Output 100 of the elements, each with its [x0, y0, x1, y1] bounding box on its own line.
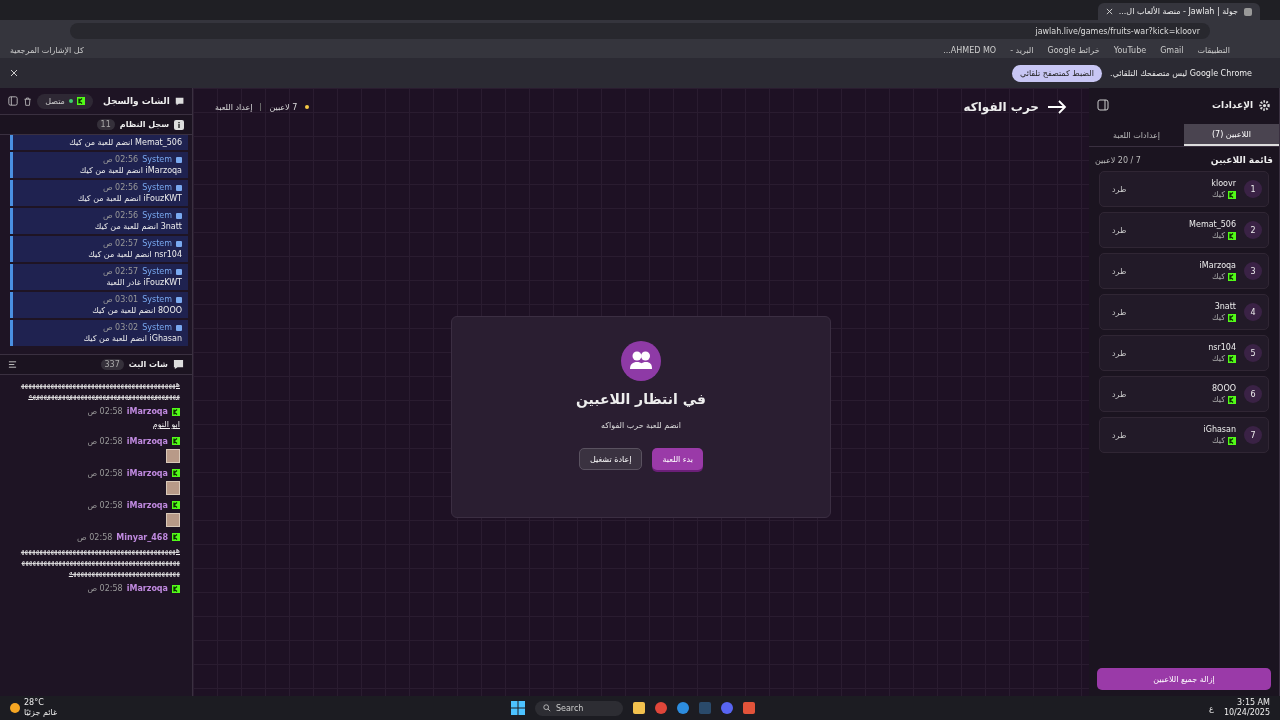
log-message: nsr104 انضم للعبة من كيك — [88, 250, 182, 259]
player-rank: 1 — [1244, 180, 1262, 198]
bookmark-link[interactable]: AHMED MO... — [943, 45, 997, 55]
chat-time: 02:58 ص — [87, 407, 123, 417]
player-name: Memat_506 — [1189, 220, 1236, 229]
kick-logo-icon — [172, 501, 180, 510]
close-icon[interactable] — [1105, 8, 1113, 15]
player-rank: 2 — [1244, 221, 1262, 239]
settings-tab[interactable]: اللاعبين (7) — [1184, 124, 1279, 146]
back-arrow-icon[interactable] — [1047, 100, 1067, 114]
log-message: 8OOO انضم للعبة من كيك — [92, 306, 182, 315]
kick-logo-icon — [1228, 190, 1236, 199]
log-time: 02:56 ص — [102, 211, 139, 220]
player-rank: 3 — [1244, 262, 1262, 280]
info-icon — [174, 119, 184, 130]
bot-icon — [176, 240, 182, 247]
emote-image — [166, 480, 180, 495]
panel-title: الإعدادات — [1212, 100, 1253, 110]
all-bookmarks-link[interactable]: كل الإشارات المرجعية — [10, 45, 84, 55]
log-time: 02:57 ص — [102, 239, 139, 248]
restart-button[interactable]: إعادة تشغيل — [579, 448, 643, 470]
bookmark-link[interactable]: البريد - — [1010, 45, 1034, 55]
start-game-button[interactable]: بدء اللعبة — [652, 448, 704, 470]
bot-icon — [176, 296, 182, 303]
chat-username: iMarzoqa — [126, 584, 168, 594]
log-message: 3natt انضم للعبة من كيك — [94, 222, 182, 231]
log-source: System — [142, 295, 172, 304]
log-time: 02:56 ص — [102, 155, 139, 164]
kick-button[interactable]: طرد — [1106, 428, 1133, 442]
clock-date: 10/24/2025 — [1223, 708, 1270, 718]
close-icon[interactable] — [10, 69, 18, 77]
address-bar[interactable]: jawlah.live/games/fruits-war?kick=kloovr — [70, 23, 1210, 39]
set-default-button[interactable]: الضبط كمتصفح تلقائي — [1012, 64, 1102, 82]
kick-button[interactable]: طرد — [1106, 305, 1133, 319]
players-count: 7 لاعبين — [269, 102, 298, 112]
chat-time: 02:58 ص — [87, 436, 123, 446]
player-name: 3natt — [1213, 302, 1236, 311]
panel-title: الشات والسجل — [102, 96, 170, 106]
player-rank: 6 — [1244, 385, 1262, 403]
player-rank: 7 — [1244, 426, 1262, 444]
chat-time: 02:58 ص — [87, 468, 123, 478]
bot-icon — [176, 212, 182, 219]
clock-time: 3:15 AM — [1237, 698, 1270, 708]
bookmark-link[interactable]: التطبيقات — [1197, 45, 1230, 55]
kick-button[interactable]: طرد — [1106, 182, 1133, 196]
kick-logo-icon — [172, 407, 180, 416]
game-title: حرب الفواكه — [963, 100, 1039, 114]
kick-logo-icon — [1228, 354, 1236, 363]
settings-icon — [1258, 98, 1271, 112]
kick-button[interactable]: طرد — [1106, 264, 1133, 278]
log-source: System — [142, 239, 172, 248]
player-rank: 5 — [1244, 344, 1262, 362]
player-name: nsr104 — [1208, 343, 1236, 352]
bot-icon — [176, 184, 182, 191]
platform-label: كيك — [1212, 395, 1225, 404]
chat-message: هههههههههههههههههههههههههههههههههههههههههههههههههههههههههههههههههههههههههههههههههههه — [19, 379, 180, 402]
windows-start-icon[interactable] — [510, 701, 525, 715]
bookmark-link[interactable]: Gmail — [1160, 45, 1184, 55]
kick-button[interactable]: طرد — [1106, 346, 1133, 360]
bookmark-link[interactable]: خرائط Google — [1047, 45, 1100, 55]
language-indicator[interactable]: ع — [1209, 703, 1214, 713]
platform-label: كيك — [1212, 354, 1225, 363]
section-title: شات البث — [128, 360, 168, 369]
chat-username: iMarzoqa — [126, 407, 168, 417]
count-badge: 337 — [100, 359, 124, 370]
chat-message: ابو النوم — [152, 419, 180, 431]
collapse-panel-icon[interactable] — [1097, 99, 1109, 111]
kick-logo-icon — [172, 469, 180, 478]
platform-label: كيك — [1212, 436, 1225, 445]
status-dot-icon — [305, 105, 310, 109]
log-time: 02:57 ص — [102, 267, 139, 276]
bookmark-link[interactable]: YouTube — [1113, 45, 1147, 55]
menu-icon[interactable] — [8, 360, 17, 369]
kick-logo-icon — [1228, 436, 1236, 445]
kick-button[interactable]: طرد — [1106, 223, 1133, 237]
chat-time: 02:58 ص — [87, 500, 123, 510]
taskbar-search-field[interactable]: Search — [534, 700, 624, 716]
collapse-panel-icon[interactable] — [8, 95, 18, 107]
kick-button[interactable]: طرد — [1106, 387, 1133, 401]
kick-logo-icon — [172, 533, 180, 542]
bot-icon — [176, 156, 182, 163]
kick-logo-icon — [172, 584, 180, 593]
browser-tab[interactable]: جولة | Jawlah - منصة الألعاب ال... — [1097, 3, 1260, 20]
remove-all-players-button[interactable]: إزالة جميع اللاعبين — [1097, 668, 1271, 690]
waiting-title: في انتظار اللاعبين — [575, 391, 707, 407]
log-message: iMarzoqa انضم للعبة من كيك — [79, 166, 182, 175]
chat-username: iMarzoqa — [126, 436, 168, 446]
log-source: System — [142, 267, 172, 276]
log-source: System — [142, 211, 172, 220]
kick-logo-icon — [1228, 231, 1236, 240]
users-icon — [621, 341, 661, 381]
weather-label: غائم جزئيًا — [24, 708, 58, 718]
player-name: iGhasan — [1203, 425, 1236, 434]
chat-time: 02:58 ص — [87, 584, 123, 594]
trash-icon[interactable] — [23, 95, 33, 107]
search-icon — [542, 704, 551, 712]
settings-tab[interactable]: إعدادات اللعبة — [1089, 124, 1184, 146]
chat-icon — [174, 95, 184, 107]
log-message: iGhasan انضم للعبة من كيك — [83, 334, 182, 343]
players-list-title: قائمة اللاعبين — [1210, 155, 1273, 165]
